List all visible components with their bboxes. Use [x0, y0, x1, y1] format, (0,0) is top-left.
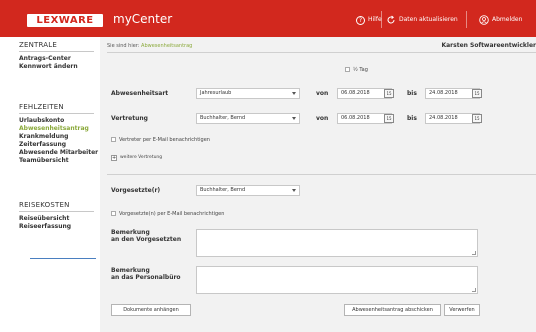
refresh-icon	[387, 15, 395, 24]
remark-supervisor-textarea[interactable]	[196, 229, 478, 257]
user-name: Karsten Softwareentwickler	[441, 42, 536, 49]
section-divider	[107, 174, 536, 175]
section-divider	[19, 211, 94, 212]
lexware-logo[interactable]: LEXWARE	[27, 14, 103, 27]
calendar-icon[interactable]: 15	[472, 89, 482, 98]
sidebar-item-abwesende-mitarbeiter[interactable]: Abwesende Mitarbeiter	[19, 149, 98, 156]
chevron-down-icon	[292, 117, 296, 120]
section-title-reisekosten: REISEKOSTEN	[19, 201, 70, 209]
pointer-line	[30, 258, 96, 259]
substitute-to-label: bis	[407, 115, 417, 122]
supervisor-select[interactable]: Buchhalter, Bernd	[196, 185, 300, 196]
absence-type-value: Jahresurlaub	[200, 90, 232, 96]
refresh-data-button[interactable]: Daten aktualisieren	[386, 13, 458, 27]
attach-documents-button[interactable]: Dokumente anhängen	[111, 304, 191, 316]
substitute-label: Vertretung	[111, 115, 148, 122]
remark-hr-label-line2: an das Personalbüro	[111, 274, 181, 281]
absence-from-label: von	[316, 90, 329, 97]
breadcrumb-current[interactable]: Abwesenheitsantrag	[141, 43, 192, 49]
supervisor-label: Vorgesetzte(r)	[111, 187, 161, 194]
remark-supervisor-label-line2: an den Vorgesetzten	[111, 236, 182, 243]
notify-substitute-label: Vertreter per E-Mail benachrichtigen	[119, 137, 210, 143]
calendar-icon[interactable]: 15	[384, 114, 394, 123]
sidebar: ZENTRALE Antrags-Center Kennwort ändern …	[0, 37, 100, 332]
chevron-down-icon	[292, 92, 296, 95]
discard-button[interactable]: Verwerfen	[444, 304, 480, 316]
absence-type-select[interactable]: Jahresurlaub	[196, 88, 300, 99]
sidebar-item-krankmeldung[interactable]: Krankmeldung	[19, 133, 68, 140]
sidebar-item-abwesenheitsantrag[interactable]: Abwesenheitsantrag	[19, 125, 89, 132]
section-divider	[19, 113, 94, 114]
notify-supervisor-checkbox[interactable]	[111, 211, 116, 216]
calendar-icon[interactable]: 15	[384, 89, 394, 98]
more-substitutes-link[interactable]: weitere Vertretung	[120, 155, 162, 161]
resize-grip-icon[interactable]	[472, 288, 476, 292]
remark-supervisor-label-line1: Bemerkung	[111, 229, 150, 236]
sidebar-item-zeiterfassung[interactable]: Zeiterfassung	[19, 141, 66, 148]
sidebar-item-reiseerfassung[interactable]: Reiseerfassung	[19, 223, 71, 230]
plus-icon[interactable]: +	[111, 155, 117, 161]
notify-substitute-checkbox[interactable]	[111, 137, 116, 142]
sidebar-item-urlaubskonto[interactable]: Urlaubskonto	[19, 117, 64, 124]
resize-grip-icon[interactable]	[472, 251, 476, 255]
substitute-value: Buchhalter, Bernd	[200, 115, 246, 121]
section-title-zentrale: ZENTRALE	[19, 41, 58, 49]
logout-button[interactable]: Abmelden	[479, 13, 522, 27]
breadcrumb: Sie sind hier: Abwesenheitsantrag	[107, 43, 192, 49]
refresh-label: Daten aktualisieren	[399, 16, 458, 23]
sidebar-item-teamuebersicht[interactable]: Teamübersicht	[19, 157, 69, 164]
remark-hr-textarea[interactable]	[196, 266, 478, 294]
breadcrumb-prefix: Sie sind hier:	[107, 43, 140, 49]
substitute-from-label: von	[316, 115, 329, 122]
calendar-icon[interactable]: 15	[472, 114, 482, 123]
section-divider	[19, 51, 94, 52]
logout-label: Abmelden	[492, 16, 523, 23]
topbar-divider	[466, 11, 467, 28]
sidebar-item-reiseuebersicht[interactable]: Reiseübersicht	[19, 215, 69, 222]
topbar-divider	[381, 11, 382, 28]
section-title-fehlzeiten: FEHLZEITEN	[19, 103, 64, 111]
half-day-checkbox[interactable]	[345, 67, 350, 72]
notify-supervisor-label: Vorgesetzte(n) per E-Mail benachrichtige…	[119, 211, 225, 217]
submit-absence-request-button[interactable]: Abwesenheitsantrag abschicken	[344, 304, 441, 316]
top-bar: LEXWARE myCenter ? Hilfe Daten aktualisi…	[0, 0, 536, 37]
sidebar-item-antrags-center[interactable]: Antrags-Center	[19, 55, 71, 62]
header-divider	[107, 52, 536, 53]
chevron-down-icon	[292, 189, 296, 192]
substitute-select[interactable]: Buchhalter, Bernd	[196, 113, 300, 124]
sidebar-item-kennwort-aendern[interactable]: Kennwort ändern	[19, 63, 78, 70]
main-content: Sie sind hier: Abwesenheitsantrag Karste…	[100, 37, 536, 332]
help-label: Hilfe	[368, 16, 382, 23]
help-button[interactable]: ? Hilfe	[356, 13, 382, 27]
help-icon: ?	[356, 15, 365, 25]
absence-type-label: Abwesenheitsart	[111, 90, 169, 97]
absence-to-label: bis	[407, 90, 417, 97]
half-day-label: ½ Tag	[353, 67, 368, 73]
user-icon	[479, 15, 489, 25]
app-title: myCenter	[113, 12, 173, 26]
supervisor-value: Buchhalter, Bernd	[200, 187, 246, 193]
remark-hr-label-line1: Bemerkung	[111, 267, 150, 274]
